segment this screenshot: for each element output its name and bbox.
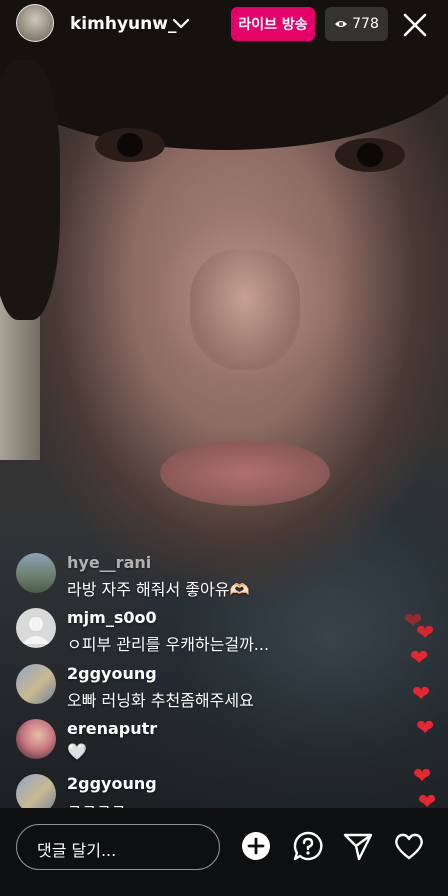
comment-text: 🤍 xyxy=(67,742,87,761)
video-lips xyxy=(160,440,330,506)
floating-heart-icon: ❤ xyxy=(410,646,429,671)
video-eye-left xyxy=(95,128,165,162)
eye-icon xyxy=(335,21,348,27)
floating-heart-icon: ❤ xyxy=(416,716,435,741)
send-icon[interactable] xyxy=(342,830,374,862)
comment-text: 오빠 러닝화 추천좀해주세요 xyxy=(67,691,254,710)
question-icon[interactable] xyxy=(292,830,324,862)
viewer-count-badge[interactable]: 778 xyxy=(325,7,388,41)
video-hair-side xyxy=(0,60,60,320)
comment-username[interactable]: 2ggyoung xyxy=(67,664,157,683)
add-icon[interactable] xyxy=(240,830,272,862)
heart-icon[interactable] xyxy=(393,830,425,862)
close-icon[interactable] xyxy=(402,12,428,38)
comment-item: 2ggyoung ㅋㅋㅋㅋ xyxy=(16,774,356,808)
commenter-avatar[interactable] xyxy=(16,719,56,759)
viewer-count: 778 xyxy=(352,16,379,32)
commenter-avatar[interactable] xyxy=(16,608,56,648)
live-badge-button[interactable]: 라이브 방송 xyxy=(231,7,315,41)
commenter-avatar[interactable] xyxy=(16,774,56,808)
live-header: kimhyunw_ 라이브 방송 778 xyxy=(0,0,448,52)
comment-text: ㅇ피부 관리를 우캐하는걸까... xyxy=(67,635,270,654)
bottom-bar: 댓글 달기... xyxy=(0,808,448,896)
host-avatar[interactable] xyxy=(16,4,54,42)
comment-username[interactable]: 2ggyoung xyxy=(67,774,157,793)
comment-item: mjm_s0o0 ㅇ피부 관리를 우캐하는걸까... xyxy=(16,608,356,662)
video-nose xyxy=(190,250,300,370)
comment-input[interactable]: 댓글 달기... xyxy=(16,824,220,870)
comment-item: hye__rani 라방 자주 해줘서 좋아유🫶🏻 xyxy=(16,553,356,607)
floating-heart-icon: ❤ xyxy=(412,682,431,707)
floating-heart-icon: ❤ xyxy=(416,621,435,646)
comment-item: erenaputr 🤍 xyxy=(16,719,356,773)
comment-username[interactable]: erenaputr xyxy=(67,719,157,738)
comment-username[interactable]: hye__rani xyxy=(67,553,151,572)
live-badge-label: 라이브 방송 xyxy=(238,17,308,33)
commenter-avatar[interactable] xyxy=(16,553,56,593)
comment-item: 2ggyoung 오빠 러닝화 추천좀해주세요 xyxy=(16,664,356,718)
comment-text: 라방 자주 해줘서 좋아유🫶🏻 xyxy=(67,580,250,599)
commenter-avatar[interactable] xyxy=(16,664,56,704)
floating-heart-icon: ❤ xyxy=(413,764,432,789)
comment-input-placeholder: 댓글 달기... xyxy=(37,841,117,860)
host-username[interactable]: kimhyunw_ xyxy=(70,14,176,34)
default-avatar-icon xyxy=(22,617,50,644)
comment-username[interactable]: mjm_s0o0 xyxy=(67,608,157,627)
video-eye-right xyxy=(335,138,405,172)
comment-text: ㅋㅋㅋㅋ xyxy=(67,797,126,808)
chevron-down-icon[interactable] xyxy=(172,14,190,32)
